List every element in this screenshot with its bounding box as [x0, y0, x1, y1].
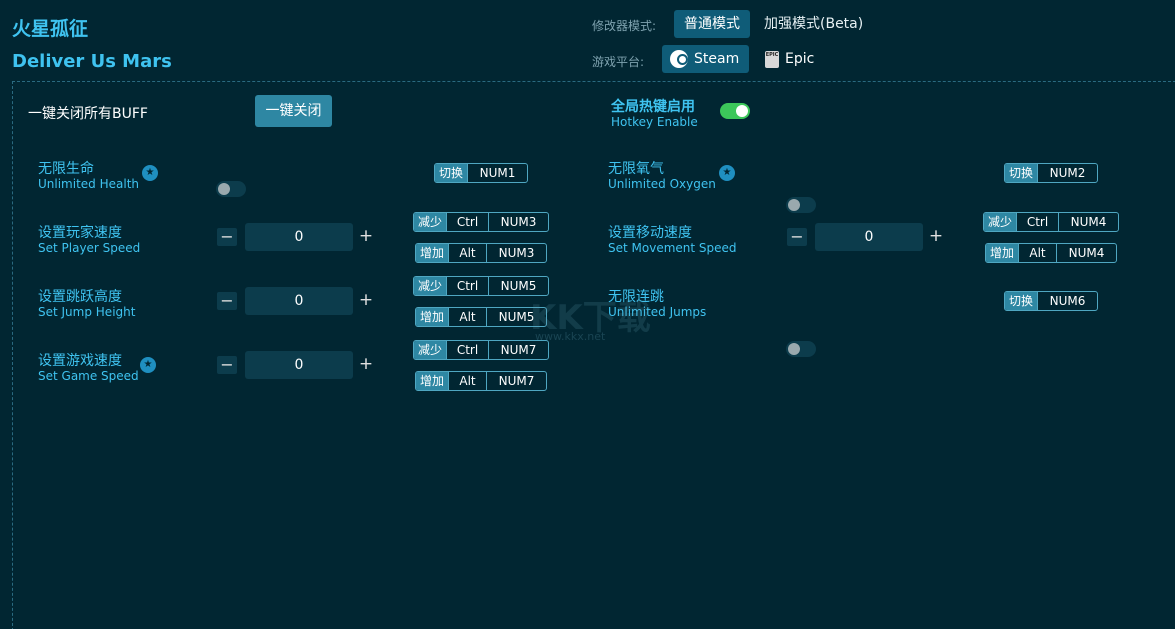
game-title-en: Deliver Us Mars [12, 51, 172, 72]
star-icon: ★ [142, 165, 158, 181]
game-speed-inc-hotkey[interactable]: 增加 Alt NUM7 [415, 371, 548, 391]
oxygen-hotkey[interactable]: 切换 NUM2 [1004, 163, 1099, 183]
star-icon: ★ [140, 357, 156, 373]
player-speed-inc-hotkey[interactable]: 增加 Alt NUM3 [415, 243, 548, 263]
player-speed-minus-button[interactable]: − [217, 228, 237, 246]
game-speed-minus-button[interactable]: − [217, 356, 237, 374]
hotkey-enable-label-cn: 全局热键启用 [611, 99, 695, 115]
jump-height-dec-hotkey[interactable]: 减少 Ctrl NUM5 [413, 276, 550, 296]
move-speed-plus-button[interactable]: + [926, 228, 946, 246]
player-speed-label-en: Set Player Speed [38, 241, 141, 255]
game-title-cn: 火星孤征 [12, 18, 89, 40]
hotkey-enable-toggle[interactable] [720, 103, 750, 119]
platform-epic-button[interactable]: EPIC Epic [757, 45, 824, 73]
jumps-toggle[interactable] [786, 341, 816, 357]
player-speed-label-cn: 设置玩家速度 [38, 225, 122, 241]
player-speed-plus-button[interactable]: + [356, 228, 376, 246]
jump-height-inc-hotkey[interactable]: 增加 Alt NUM5 [415, 307, 548, 327]
oxygen-toggle[interactable] [786, 197, 816, 213]
epic-icon: EPIC [765, 50, 779, 68]
oxygen-label-en: Unlimited Oxygen [608, 177, 716, 191]
platform-steam-button[interactable]: Steam [662, 45, 750, 73]
move-speed-minus-button[interactable]: − [787, 228, 807, 246]
health-label-en: Unlimited Health [38, 177, 140, 191]
health-toggle[interactable] [216, 181, 246, 197]
options-panel [12, 81, 1175, 629]
mode-enhanced-button[interactable]: 加强模式(Beta) [754, 10, 873, 38]
star-icon: ★ [719, 165, 735, 181]
watermark-url: www.kkx.net [535, 330, 606, 343]
platform-epic-label: Epic [785, 51, 815, 67]
health-label-cn: 无限生命 [38, 161, 94, 177]
jump-height-label-en: Set Jump Height [38, 305, 136, 319]
jumps-hotkey[interactable]: 切换 NUM6 [1004, 291, 1099, 311]
game-speed-label-en: Set Game Speed [38, 369, 139, 383]
mode-label: 修改器模式: [592, 19, 657, 33]
oxygen-label-cn: 无限氧气 [608, 161, 664, 177]
player-speed-input[interactable]: 0 [245, 223, 353, 251]
jump-height-plus-button[interactable]: + [356, 292, 376, 310]
game-speed-dec-hotkey[interactable]: 减少 Ctrl NUM7 [413, 340, 550, 360]
game-speed-input[interactable]: 0 [245, 351, 353, 379]
mode-normal-button[interactable]: 普通模式 [674, 10, 750, 38]
close-all-button[interactable]: 一键关闭 [255, 95, 332, 127]
game-speed-label-cn: 设置游戏速度 [38, 353, 122, 369]
move-speed-label-cn: 设置移动速度 [608, 225, 692, 241]
move-speed-label-en: Set Movement Speed [608, 241, 737, 255]
move-speed-inc-hotkey[interactable]: 增加 Alt NUM4 [985, 243, 1118, 263]
move-speed-input[interactable]: 0 [815, 223, 923, 251]
move-speed-dec-hotkey[interactable]: 减少 Ctrl NUM4 [983, 212, 1120, 232]
jump-height-label-cn: 设置跳跃高度 [38, 289, 122, 305]
player-speed-dec-hotkey[interactable]: 减少 Ctrl NUM3 [413, 212, 550, 232]
platform-steam-label: Steam [694, 51, 740, 67]
close-all-label: 一键关闭所有BUFF [28, 106, 148, 122]
jump-height-minus-button[interactable]: − [217, 292, 237, 310]
platform-label: 游戏平台: [592, 55, 645, 69]
jump-height-input[interactable]: 0 [245, 287, 353, 315]
steam-icon [670, 50, 688, 68]
hotkey-enable-label-en: Hotkey Enable [611, 115, 698, 129]
game-speed-plus-button[interactable]: + [356, 356, 376, 374]
health-hotkey[interactable]: 切换 NUM1 [434, 163, 529, 183]
